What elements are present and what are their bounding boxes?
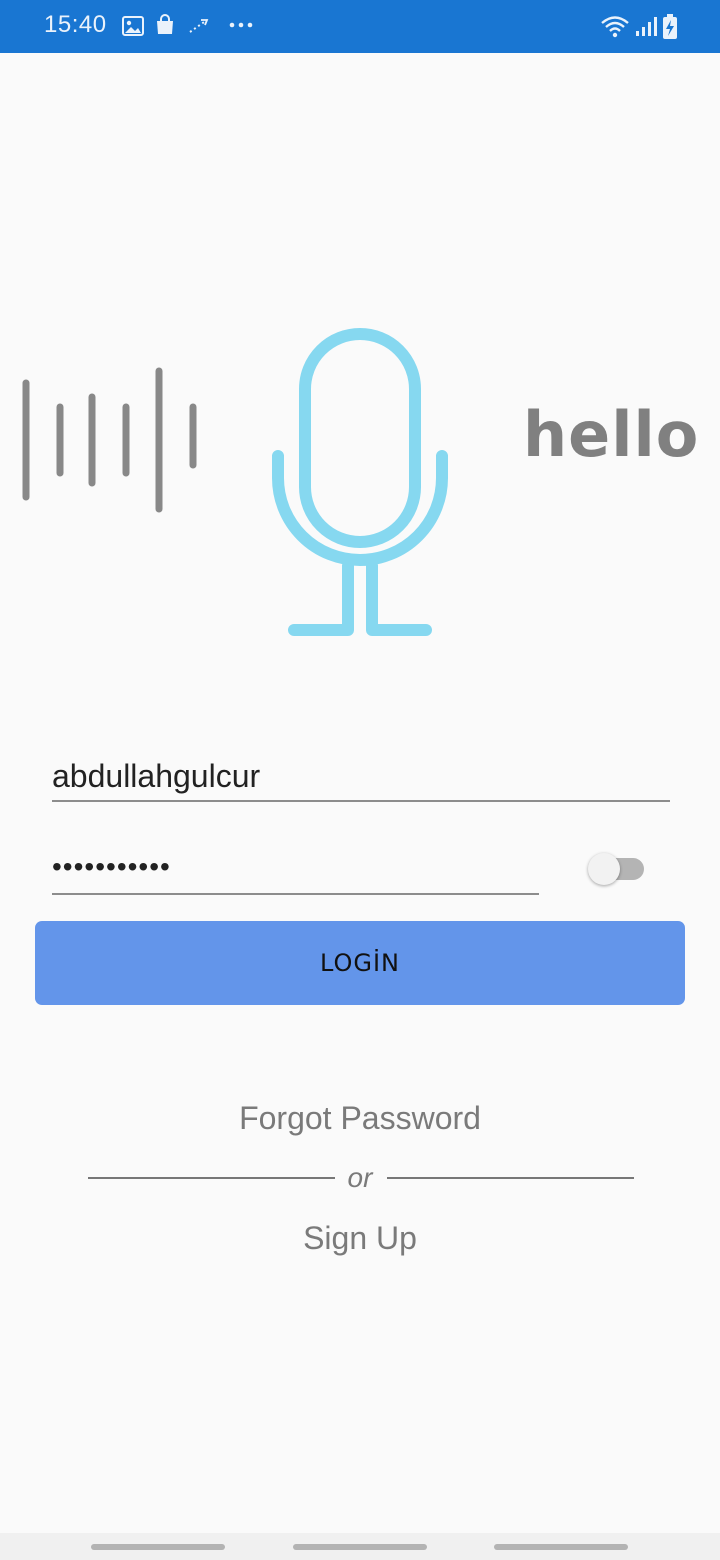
nav-home[interactable] [293, 1544, 427, 1550]
password-input[interactable]: ••••••••••• [52, 851, 171, 883]
battery-charging-icon [663, 14, 677, 39]
show-password-toggle[interactable] [588, 853, 646, 885]
toggle-thumb [588, 853, 620, 885]
more-dots-icon [229, 22, 253, 28]
username-field[interactable] [52, 752, 670, 802]
login-button[interactable]: LOGİN [35, 921, 685, 1005]
sign-up-link[interactable]: Sign Up [0, 1220, 720, 1257]
forgot-password-link[interactable]: Forgot Password [0, 1100, 720, 1137]
signal-icon [636, 17, 657, 36]
hello-logo-text: hello [523, 398, 700, 471]
microphone-icon [272, 328, 448, 636]
username-input[interactable] [52, 752, 670, 800]
nav-back[interactable] [494, 1544, 628, 1550]
password-field[interactable]: ••••••••••• [52, 845, 539, 895]
wifi-icon [601, 16, 629, 38]
divider-right [387, 1177, 634, 1179]
sound-wave-icon [22, 367, 197, 513]
status-bar: 15:40 [0, 0, 720, 53]
status-time: 15:40 [44, 11, 107, 38]
sync-icon [189, 19, 209, 33]
navigation-bar [0, 1533, 720, 1560]
nav-recent-apps[interactable] [91, 1544, 225, 1550]
hero-illustration [0, 320, 720, 650]
shopping-bag-icon [157, 14, 173, 34]
image-icon [122, 16, 144, 36]
